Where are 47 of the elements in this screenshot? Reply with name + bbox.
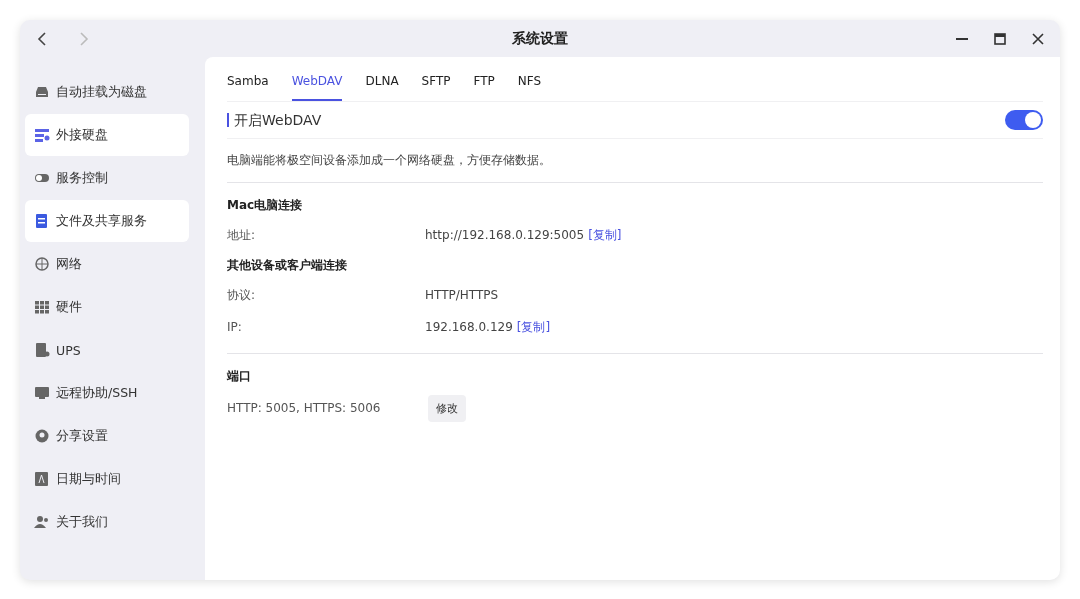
section-heading: 其他设备或客户端连接 bbox=[227, 256, 347, 274]
close-icon bbox=[1032, 32, 1044, 45]
tab[interactable]: WebDAV bbox=[291, 57, 343, 101]
section-heading: Mac电脑连接 bbox=[227, 196, 303, 214]
field-label: IP: bbox=[227, 320, 243, 334]
chevron-left-icon bbox=[37, 31, 47, 46]
field-label: 协议: bbox=[227, 286, 257, 304]
drive-icon bbox=[34, 85, 50, 99]
monitor-icon bbox=[34, 386, 50, 400]
section-heading: 端口 bbox=[227, 367, 251, 385]
window-title: 系统设置 bbox=[512, 29, 568, 48]
port-value: HTTP: 5005, HTTPS: 5006 bbox=[227, 401, 381, 415]
document-icon bbox=[34, 214, 50, 228]
sidebar-item[interactable]: 文件及共享服务 bbox=[25, 200, 189, 242]
chevron-right-icon bbox=[79, 31, 89, 46]
share-icon bbox=[34, 429, 50, 443]
sidebar-item[interactable]: 关于我们 bbox=[25, 501, 189, 543]
sidebar-item[interactable]: 服务控制 bbox=[25, 157, 189, 199]
people-icon bbox=[34, 515, 50, 529]
maximize-icon bbox=[994, 32, 1006, 45]
toggle-icon bbox=[34, 171, 50, 185]
sidebar-item[interactable]: 网络 bbox=[25, 243, 189, 285]
field-label: 地址: bbox=[227, 226, 257, 244]
sidebar-item[interactable]: 硬件 bbox=[25, 286, 189, 328]
field-value: 192.168.0.129 bbox=[425, 320, 513, 334]
globe-icon bbox=[34, 257, 50, 271]
tab[interactable]: Samba bbox=[227, 57, 269, 101]
copy-link[interactable]: [复制] bbox=[588, 226, 622, 244]
copy-link[interactable]: [复制] bbox=[516, 318, 551, 336]
toggle-label: 开启WebDAV bbox=[227, 113, 322, 127]
sidebar-item[interactable]: 自动挂载为磁盘 bbox=[25, 71, 189, 113]
sidebar-item[interactable]: UPS bbox=[25, 329, 189, 371]
description-text: 电脑端能将极空间设备添加成一个网络硬盘，方便存储数据。 bbox=[227, 153, 551, 168]
sidebar-item[interactable]: 分享设置 bbox=[25, 415, 189, 457]
storage-icon bbox=[34, 128, 50, 142]
tab[interactable]: FTP bbox=[473, 57, 495, 101]
toggle-switch[interactable] bbox=[1005, 110, 1043, 130]
sidebar-item[interactable]: 日期与时间 bbox=[25, 458, 189, 500]
field-value: HTTP/HTTPS bbox=[425, 288, 499, 302]
tab[interactable]: DLNA bbox=[365, 57, 399, 101]
sidebar-item[interactable]: 外接硬盘 bbox=[25, 114, 189, 156]
sidebar-item[interactable]: 远程协助/SSH bbox=[25, 372, 189, 414]
edit-button[interactable]: 修改 bbox=[428, 394, 467, 422]
grid-icon bbox=[34, 300, 50, 314]
tab[interactable]: SFTP bbox=[421, 57, 451, 101]
tab[interactable]: NFS bbox=[517, 57, 542, 101]
field-value: http://192.168.0.129:5005 bbox=[425, 228, 585, 242]
